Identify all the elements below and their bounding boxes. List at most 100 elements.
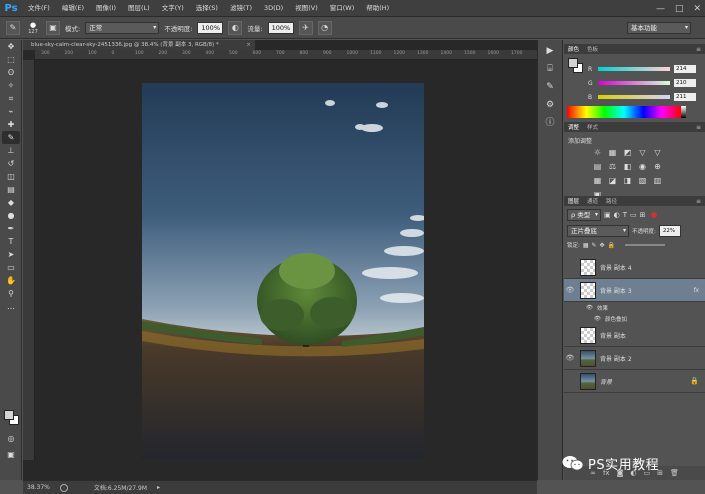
filter-toggle-icon[interactable] xyxy=(651,212,658,218)
gradient-map-icon[interactable]: ▥ xyxy=(652,176,663,186)
type-tool-icon[interactable]: T xyxy=(2,235,20,248)
menu-layer[interactable]: 图层(L) xyxy=(122,0,156,17)
document-tab[interactable]: blue-sky-calm-clear-sky-2451336.jpg @ 38… xyxy=(23,40,255,50)
layer-name[interactable]: 背景 副本 2 xyxy=(600,354,632,363)
crop-tool-icon[interactable]: ⌗ xyxy=(2,92,20,105)
properties-panel-icon[interactable]: ⚙ xyxy=(542,98,558,112)
green-value-input[interactable]: 210 xyxy=(674,79,696,87)
actions-panel-icon[interactable]: ⌸ xyxy=(542,62,558,76)
channel-mixer-icon[interactable]: ⊕ xyxy=(652,162,663,172)
zoom-level[interactable]: 38.37% xyxy=(27,484,50,491)
minimize-icon[interactable]: — xyxy=(656,4,665,14)
shape-tool-icon[interactable]: ▭ xyxy=(2,261,20,274)
menu-filter[interactable]: 滤镜(T) xyxy=(224,0,258,17)
tab-channels[interactable]: 通道 xyxy=(587,197,598,205)
color-balance-icon[interactable]: ⚖ xyxy=(607,162,618,172)
clone-stamp-tool-icon[interactable]: ⊥ xyxy=(2,144,20,157)
menu-file[interactable]: 文件(F) xyxy=(22,0,56,17)
canvas-image[interactable] xyxy=(142,83,424,459)
menu-type[interactable]: 文字(Y) xyxy=(156,0,190,17)
size-pressure-icon[interactable]: ◔ xyxy=(317,20,332,35)
visibility-eye-icon[interactable]: 👁 xyxy=(564,286,576,294)
layer-fx-icon[interactable]: fx xyxy=(693,287,699,294)
foreground-color-swatch[interactable] xyxy=(4,410,14,420)
zoom-tool-icon[interactable]: ⚲ xyxy=(2,287,20,300)
layer-opacity-input[interactable]: 22% xyxy=(658,225,681,237)
black-white-icon[interactable]: ◧ xyxy=(622,162,633,172)
blend-mode-dropdown[interactable]: 正片叠底 xyxy=(567,225,629,237)
path-select-tool-icon[interactable]: ➤ xyxy=(2,248,20,261)
info-panel-icon[interactable]: ⓘ xyxy=(542,116,558,130)
status-menu-arrow-icon[interactable]: ▸ xyxy=(157,484,160,491)
visibility-eye-icon[interactable]: 👁 xyxy=(564,354,576,362)
brush-panel-icon[interactable]: ✎ xyxy=(542,80,558,94)
tab-swatches[interactable]: 色板 xyxy=(587,45,598,53)
color-spectrum[interactable] xyxy=(567,106,681,118)
history-brush-tool-icon[interactable]: ↺ xyxy=(2,157,20,170)
flow-input[interactable]: 100% xyxy=(267,21,294,34)
status-info-icon[interactable] xyxy=(59,483,68,492)
tab-paths[interactable]: 路径 xyxy=(606,197,617,205)
lasso-tool-icon[interactable]: ʘ xyxy=(2,66,20,79)
dodge-tool-icon[interactable]: ● xyxy=(2,209,20,222)
tab-adjustments[interactable]: 调整 xyxy=(568,123,579,131)
brightness-icon[interactable]: ☼ xyxy=(592,148,603,158)
menu-select[interactable]: 选择(S) xyxy=(190,0,224,17)
tab-close-icon[interactable]: × xyxy=(246,40,251,50)
levels-icon[interactable]: ▦ xyxy=(607,148,618,158)
lock-icons[interactable]: ▦✎✥🔒 xyxy=(583,242,618,249)
close-icon[interactable]: ✕ xyxy=(693,4,701,14)
blue-value-input[interactable]: 211 xyxy=(674,93,696,101)
layer-name[interactable]: 背景 副本 3 xyxy=(600,286,632,295)
layer-name[interactable]: 背景 副本 xyxy=(600,331,626,340)
brush-tool-icon[interactable]: ✎ xyxy=(2,131,20,144)
green-slider[interactable] xyxy=(598,81,670,85)
layer-filter-dropdown[interactable]: ρ 类型 xyxy=(567,209,601,221)
layer-row[interactable]: 背景 副本 xyxy=(564,324,705,347)
brush-size-picker[interactable]: ● 127 xyxy=(25,21,41,35)
color-overlay-effect-row[interactable]: 👁 颜色叠加 xyxy=(564,313,705,324)
layer-name[interactable]: 背景 xyxy=(600,377,612,386)
brush-tool-preset-icon[interactable]: ✎ xyxy=(6,20,20,35)
pen-tool-icon[interactable]: ✒ xyxy=(2,222,20,235)
opacity-pressure-icon[interactable]: ◐ xyxy=(228,20,243,35)
history-panel-icon[interactable]: ▶ xyxy=(542,44,558,58)
menu-image[interactable]: 图像(I) xyxy=(90,0,122,17)
grayscale-ramp[interactable] xyxy=(681,106,686,118)
photoshop-logo[interactable]: Ps xyxy=(0,0,22,17)
fill-slider[interactable] xyxy=(625,244,666,246)
quick-mask-icon[interactable]: ◎ xyxy=(2,432,20,445)
menu-edit[interactable]: 编辑(E) xyxy=(56,0,90,17)
eraser-tool-icon[interactable]: ◫ xyxy=(2,170,20,183)
color-fg-swatch[interactable] xyxy=(568,58,578,68)
photo-filter-icon[interactable]: ◉ xyxy=(637,162,648,172)
exposure-icon[interactable]: ▽ xyxy=(637,148,648,158)
color-lookup-icon[interactable]: ▦ xyxy=(592,176,603,186)
posterize-icon[interactable]: ◨ xyxy=(622,176,633,186)
maximize-icon[interactable]: □ xyxy=(675,4,684,14)
tab-color[interactable]: 颜色 xyxy=(568,45,579,53)
move-tool-icon[interactable]: ✥ xyxy=(2,40,20,53)
layer-filter-icons[interactable]: ▣◐T▭⊞ xyxy=(604,211,648,219)
tab-layers[interactable]: 图层 xyxy=(568,197,579,205)
more-tools-icon[interactable]: … xyxy=(2,300,20,313)
airbrush-icon[interactable]: ✈ xyxy=(298,20,313,35)
red-value-input[interactable]: 214 xyxy=(674,65,696,73)
menu-view[interactable]: 视图(V) xyxy=(289,0,324,17)
effect-eye-icon[interactable]: 👁 xyxy=(594,316,601,322)
document-size[interactable]: 文档:6.25M/27.9M xyxy=(94,483,147,492)
threshold-icon[interactable]: ▧ xyxy=(637,176,648,186)
effects-row[interactable]: 👁 效果 xyxy=(564,302,705,313)
screen-mode-icon[interactable]: ▣ xyxy=(2,448,20,461)
healing-tool-icon[interactable]: ✚ xyxy=(2,118,20,131)
menu-window[interactable]: 窗口(W) xyxy=(324,0,361,17)
layer-row[interactable]: 背景 副本 4 xyxy=(564,256,705,279)
opacity-input[interactable]: 100% xyxy=(197,21,224,34)
hue-sat-icon[interactable]: ▤ xyxy=(592,162,603,172)
gradient-tool-icon[interactable]: ▤ xyxy=(2,183,20,196)
tab-styles[interactable]: 样式 xyxy=(587,123,598,131)
effect-eye-icon[interactable]: 👁 xyxy=(586,305,593,311)
menu-3d[interactable]: 3D(D) xyxy=(258,0,289,17)
panel-menu-icon[interactable]: ≡ xyxy=(696,198,701,205)
brush-panel-toggle-icon[interactable]: ▣ xyxy=(46,20,60,35)
